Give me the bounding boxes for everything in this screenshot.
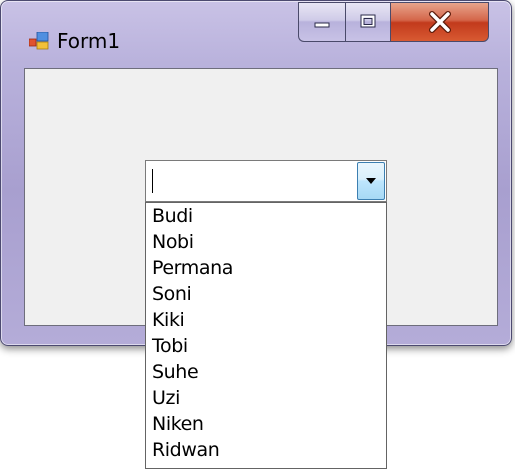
chevron-down-icon [366,178,376,184]
list-item[interactable]: Niken [146,411,386,437]
list-item[interactable]: Tobi [146,333,386,359]
close-button[interactable] [390,2,489,42]
combobox-dropdown-button[interactable] [357,162,385,200]
window-title: Form1 [57,29,121,53]
list-item[interactable]: Permana [146,255,386,281]
list-item[interactable]: Kiki [146,307,386,333]
maximize-button[interactable] [345,2,390,42]
close-icon [428,11,451,33]
minimize-icon [314,22,330,28]
names-combobox[interactable] [145,160,387,202]
text-caret [152,169,153,193]
minimize-button[interactable] [298,2,345,42]
list-item[interactable]: Nobi [146,229,386,255]
caption-buttons [298,2,489,42]
combobox-dropdown-list: Budi Nobi Permana Soni Kiki Tobi Suhe Uz… [145,202,387,469]
combobox-input[interactable] [146,161,354,201]
maximize-icon [360,14,376,28]
list-item[interactable]: Uzi [146,385,386,411]
form-window-icon [29,32,49,50]
list-item[interactable]: Soni [146,281,386,307]
title-bar[interactable]: Form1 [1,1,511,63]
list-item[interactable]: Suhe [146,359,386,385]
list-item[interactable]: Ridwan [146,437,386,463]
list-item[interactable]: Budi [146,203,386,229]
